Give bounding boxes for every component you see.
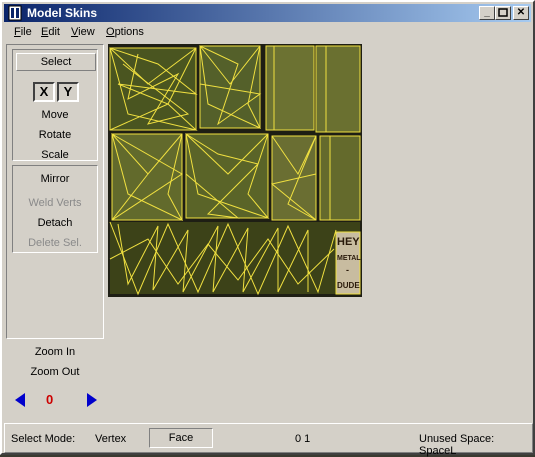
zoom-out-button[interactable]: Zoom Out: [6, 366, 104, 378]
prev-arrow-icon[interactable]: [14, 392, 26, 408]
delete-sel-button[interactable]: Delete Sel.: [13, 237, 97, 249]
rotate-button[interactable]: Rotate: [13, 129, 97, 141]
decal-dash: -: [346, 265, 349, 275]
decal-hey: HEY: [337, 236, 360, 248]
status-bar: Select Mode: Vertex Face 0 1 Unused Spac…: [4, 423, 533, 457]
menu-file-key: F: [14, 26, 21, 38]
close-icon: ✕: [516, 7, 526, 18]
x-toggle[interactable]: X: [33, 82, 55, 102]
scale-button[interactable]: Scale: [13, 149, 97, 161]
zoom-in-button[interactable]: Zoom In: [6, 346, 104, 358]
menu-file[interactable]: File: [14, 26, 32, 38]
skin-canvas[interactable]: HEY METAL - DUDE: [108, 44, 362, 297]
menu-options[interactable]: Options: [106, 26, 144, 38]
close-button[interactable]: ✕: [513, 6, 529, 20]
title-bar[interactable]: Model Skins _ ✕: [4, 4, 531, 22]
menu-edit-label: dit: [48, 26, 60, 38]
app-icon: [8, 5, 22, 21]
model-skins-window: Model Skins _ ✕ File Edit View Options S…: [0, 0, 535, 457]
decal-dude: DUDE: [337, 281, 360, 290]
zoom-level: 0: [46, 392, 54, 407]
tool-panel: Select X Y Move Rotate Scale Mirror Weld…: [6, 44, 104, 339]
unused-space-readout: Unused Space: SpaceL: [419, 433, 495, 457]
edit-group: Mirror Weld Verts Detach Delete Sel.: [12, 165, 98, 253]
face-mode-button[interactable]: Face: [149, 428, 213, 448]
menu-file-label: ile: [20, 26, 32, 38]
vertex-mode-button[interactable]: Vertex: [95, 433, 126, 445]
minimize-button[interactable]: _: [479, 6, 495, 20]
mirror-button[interactable]: Mirror: [13, 173, 97, 185]
decal-metal: METAL: [337, 255, 361, 262]
menu-view[interactable]: View: [71, 26, 95, 38]
move-button[interactable]: Move: [13, 109, 97, 121]
y-toggle[interactable]: Y: [57, 82, 79, 102]
transform-group: Select X Y Move Rotate Scale: [12, 49, 98, 161]
menu-options-key: O: [106, 26, 115, 38]
window-title: Model Skins: [27, 6, 98, 20]
menu-view-label: iew: [78, 26, 95, 38]
weld-verts-button[interactable]: Weld Verts: [13, 197, 97, 209]
detach-button[interactable]: Detach: [13, 217, 97, 229]
select-button[interactable]: Select: [16, 53, 96, 71]
coords-readout: 0 1: [295, 433, 311, 445]
menu-edit[interactable]: Edit: [41, 26, 60, 38]
maximize-button[interactable]: [495, 6, 511, 20]
skin-texture: HEY METAL - DUDE: [109, 45, 361, 296]
maximize-icon: [498, 8, 508, 17]
next-arrow-icon[interactable]: [86, 392, 98, 408]
menu-options-label: ptions: [114, 26, 144, 38]
minimize-icon: _: [484, 7, 490, 18]
menu-bar: File Edit View Options: [4, 23, 531, 41]
select-mode-label: Select Mode:: [11, 433, 76, 445]
